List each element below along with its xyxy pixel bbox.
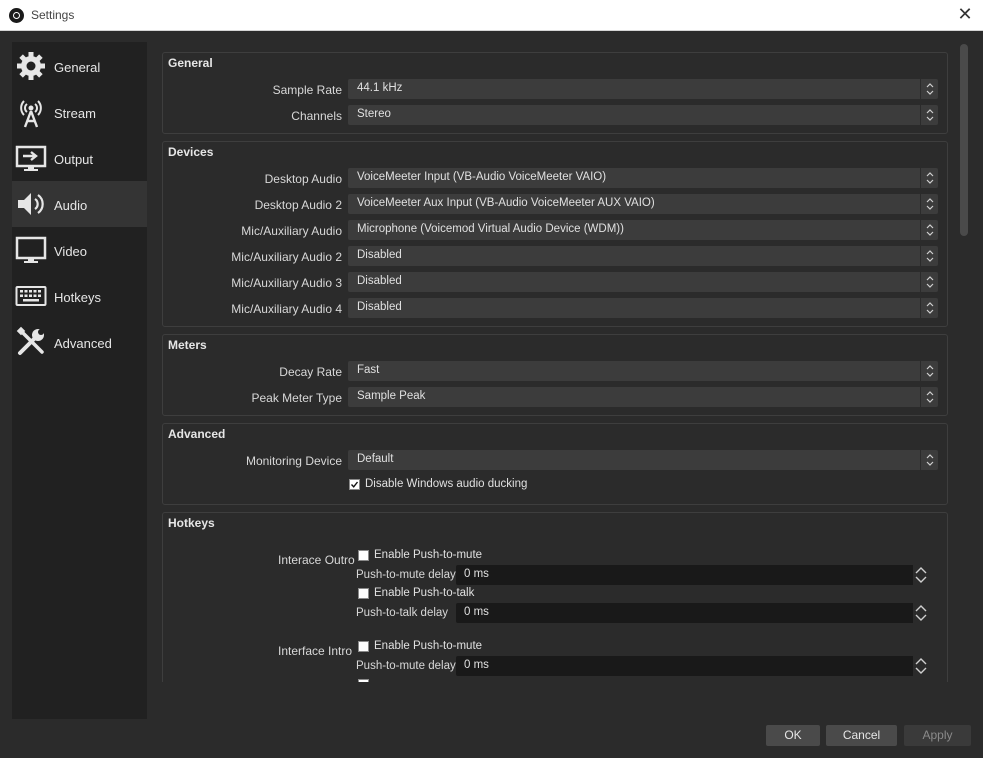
monitoring-device-label: Monitoring Device	[245, 454, 342, 468]
sidebar-item-label: Video	[54, 244, 88, 259]
channels-select[interactable]: Stereo	[348, 105, 938, 125]
channels-label: Channels	[291, 109, 342, 123]
sidebar-item-audio[interactable]: Audio	[12, 181, 147, 227]
push-to-mute-label: Enable Push-to-mute	[374, 549, 483, 561]
updown-arrows-icon	[920, 272, 938, 292]
desktop-audio-2-select[interactable]: VoiceMeeter Aux Input (VB-Audio VoiceMee…	[348, 194, 938, 214]
updown-arrows-icon	[920, 105, 938, 125]
tools-icon	[16, 326, 44, 355]
push-to-talk-delay-label: Push-to-talk delay	[356, 607, 449, 619]
sidebar-item-video[interactable]: Video	[12, 227, 147, 273]
desktop-audio-2-label: Desktop Audio 2	[254, 198, 342, 212]
sample-rate-label: Sample Rate	[272, 83, 342, 97]
scrollbar-thumb[interactable]	[960, 44, 968, 236]
push-to-mute-checkbox[interactable]	[358, 550, 369, 561]
spin-arrows-icon[interactable]	[913, 603, 929, 623]
sidebar-item-label: Stream	[54, 106, 96, 121]
push-to-mute-label: Enable Push-to-mute	[374, 640, 483, 652]
disable-ducking-label: Disable Windows audio ducking	[365, 478, 528, 490]
hotkeys-group: Hotkeys Interace Outro Enable Push-to-mu…	[162, 512, 948, 682]
spin-arrows-icon[interactable]	[913, 656, 929, 676]
group-title: General	[168, 56, 213, 70]
push-to-talk-checkbox[interactable]	[358, 679, 369, 682]
vertical-scrollbar[interactable]	[958, 42, 970, 682]
audio-settings-panel: General Sample Rate 44.1 kHz Channels St…	[147, 42, 972, 682]
apply-button[interactable]: Apply	[904, 725, 971, 746]
push-to-mute-checkbox[interactable]	[358, 641, 369, 652]
mic-aux-audio-label: Mic/Auxiliary Audio	[241, 224, 342, 238]
peak-meter-type-label: Peak Meter Type	[251, 391, 343, 405]
peak-meter-type-select[interactable]: Sample Peak	[348, 387, 938, 407]
sample-rate-select[interactable]: 44.1 kHz	[348, 79, 938, 99]
push-to-talk-checkbox[interactable]	[358, 588, 369, 599]
updown-arrows-icon	[920, 168, 938, 188]
mic-aux-audio-4-select[interactable]: Disabled	[348, 298, 938, 318]
general-group: General Sample Rate 44.1 kHz Channels St…	[162, 52, 948, 134]
broadcast-tower-icon	[20, 100, 42, 128]
mic-aux-audio-3-label: Mic/Auxiliary Audio 3	[231, 276, 342, 290]
updown-arrows-icon	[920, 387, 938, 407]
meters-group: Meters Decay Rate Fast Peak Meter Type S…	[162, 334, 948, 416]
mic-aux-audio-4-label: Mic/Auxiliary Audio 4	[231, 302, 342, 316]
sidebar-item-label: Hotkeys	[54, 290, 101, 305]
hotkey-source-name: Interace Outro	[278, 553, 355, 567]
mic-aux-audio-3-select[interactable]: Disabled	[348, 272, 938, 292]
sidebar-item-label: Advanced	[54, 336, 112, 351]
devices-group: Devices Desktop Audio VoiceMeeter Input …	[162, 141, 948, 327]
decay-rate-label: Decay Rate	[279, 365, 342, 379]
obs-logo-icon	[9, 8, 24, 23]
mic-aux-audio-select[interactable]: Microphone (Voicemod Virtual Audio Devic…	[348, 220, 938, 240]
title-bar: Settings ✕	[0, 0, 983, 31]
mic-aux-audio-2-label: Mic/Auxiliary Audio 2	[231, 250, 342, 264]
close-icon[interactable]: ✕	[955, 4, 975, 26]
updown-arrows-icon	[920, 79, 938, 99]
gear-icon	[17, 52, 45, 80]
updown-arrows-icon	[920, 298, 938, 318]
decay-rate-select[interactable]: Fast	[348, 361, 938, 381]
sidebar-item-label: Audio	[54, 198, 88, 213]
advanced-group: Advanced Monitoring Device Default Disab…	[162, 423, 948, 505]
group-title: Advanced	[168, 427, 226, 441]
push-to-mute-delay-input[interactable]: 0 ms	[456, 565, 929, 585]
settings-sidebar: General Stream Output Audio Video Hotkey…	[12, 42, 147, 719]
hotkey-source-name: Interface Intro	[278, 644, 353, 658]
cancel-button[interactable]: Cancel	[826, 725, 897, 746]
updown-arrows-icon	[920, 361, 938, 381]
sidebar-item-advanced[interactable]: Advanced	[12, 319, 147, 365]
push-to-mute-delay-input[interactable]: 0 ms	[456, 656, 929, 676]
speaker-icon	[18, 193, 44, 215]
monitoring-device-select[interactable]: Default	[348, 450, 938, 470]
desktop-audio-select[interactable]: VoiceMeeter Input (VB-Audio VoiceMeeter …	[348, 168, 938, 188]
ok-button[interactable]: OK	[766, 725, 820, 746]
sidebar-item-general[interactable]: General	[12, 43, 147, 89]
disable-ducking-checkbox[interactable]	[349, 479, 360, 490]
output-monitor-icon	[15, 145, 47, 171]
sidebar-item-label: Output	[54, 152, 94, 167]
window-title: Settings	[31, 8, 75, 22]
sidebar-item-label: General	[54, 60, 101, 75]
push-to-talk-delay-input[interactable]: 0 ms	[456, 603, 929, 623]
sidebar-item-output[interactable]: Output	[12, 135, 147, 181]
updown-arrows-icon	[920, 246, 938, 266]
monitor-icon	[15, 236, 47, 263]
push-to-talk-label: Enable Push-to-talk	[374, 587, 475, 599]
keyboard-icon	[15, 286, 47, 306]
mic-aux-audio-2-select[interactable]: Disabled	[348, 246, 938, 266]
updown-arrows-icon	[920, 194, 938, 214]
group-title: Hotkeys	[168, 516, 215, 530]
group-title: Devices	[168, 145, 214, 159]
push-to-mute-delay-label: Push-to-mute delay	[356, 660, 456, 672]
updown-arrows-icon	[920, 220, 938, 240]
checkmark-icon	[350, 481, 359, 488]
sidebar-item-stream[interactable]: Stream	[12, 89, 147, 135]
desktop-audio-label: Desktop Audio	[264, 172, 342, 186]
spin-arrows-icon[interactable]	[913, 565, 929, 585]
sidebar-item-hotkeys[interactable]: Hotkeys	[12, 273, 147, 319]
group-title: Meters	[168, 338, 207, 352]
push-to-mute-delay-label: Push-to-mute delay	[356, 569, 456, 581]
updown-arrows-icon	[920, 450, 938, 470]
